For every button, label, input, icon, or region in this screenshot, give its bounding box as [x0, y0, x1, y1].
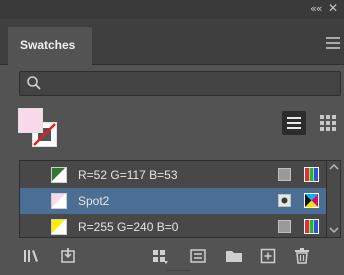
swatch-name: Spot2 [78, 194, 110, 208]
swatch-row-r52-g117-b53[interactable]: R=52 G=117 B=53 [20, 162, 326, 188]
swatch-list: R=52 G=117 B=53 Spot2 R=255 G=240 B=0 [19, 160, 327, 238]
search-input[interactable] [19, 71, 341, 96]
panel-titlebar: «« ✕ [0, 0, 344, 19]
swatches-panel: «« ✕ Swatches R=52 G=117 B=53 Spot2 R=25… [0, 0, 344, 275]
fill-swatch[interactable] [18, 108, 43, 133]
grid-icon [320, 115, 336, 131]
rgb-mode-icon [304, 219, 319, 234]
panel-menu-icon[interactable] [326, 37, 340, 52]
cmyk-mode-icon [304, 193, 319, 208]
chevron-up-icon[interactable] [329, 162, 339, 172]
folder-icon [226, 251, 242, 262]
swatch-options-icon [190, 249, 206, 263]
new-swatch-icon [260, 248, 276, 264]
libraries-icon [24, 250, 38, 262]
delete-swatch-button[interactable] [292, 246, 312, 266]
library-add-icon [61, 248, 75, 263]
swatch-libraries-menu-button[interactable] [22, 246, 42, 266]
swatch-row-spot2[interactable]: Spot2 [20, 188, 326, 214]
collapse-panel-icon[interactable]: «« [310, 2, 323, 15]
swatch-chip [51, 219, 67, 235]
place-swatches-into-libraries-button[interactable] [58, 246, 78, 266]
swatch-chip [51, 167, 67, 183]
spot-color-icon [278, 194, 291, 207]
rgb-mode-icon [304, 167, 319, 182]
swatch-row-r255-g240-b0[interactable]: R=255 G=240 B=0 [20, 214, 326, 237]
swatch-options-button[interactable] [188, 246, 208, 266]
close-panel-icon[interactable]: ✕ [328, 1, 338, 15]
swatch-chip [51, 193, 67, 209]
panel-tabbar: Swatches [0, 19, 344, 65]
swatch-kinds-icon [153, 250, 168, 264]
tab-swatches[interactable]: Swatches [8, 27, 92, 65]
list-view-button[interactable] [282, 111, 306, 135]
thumbnail-view-button[interactable] [316, 111, 340, 135]
chevron-down-icon[interactable] [329, 225, 339, 235]
process-color-icon [278, 168, 291, 181]
search-icon [27, 76, 41, 90]
swatch-list-scrollbar[interactable] [327, 160, 341, 238]
trash-icon [295, 248, 309, 264]
new-swatch-button[interactable] [258, 246, 278, 266]
process-color-icon [278, 220, 291, 233]
swatch-name: R=52 G=117 B=53 [78, 168, 178, 182]
new-color-group-button[interactable] [224, 246, 244, 266]
show-swatch-kinds-menu-button[interactable] [150, 246, 170, 266]
swatch-name: R=255 G=240 B=0 [78, 220, 179, 234]
panel-resize-grip[interactable] [166, 270, 190, 275]
fill-stroke-indicator [18, 108, 62, 152]
